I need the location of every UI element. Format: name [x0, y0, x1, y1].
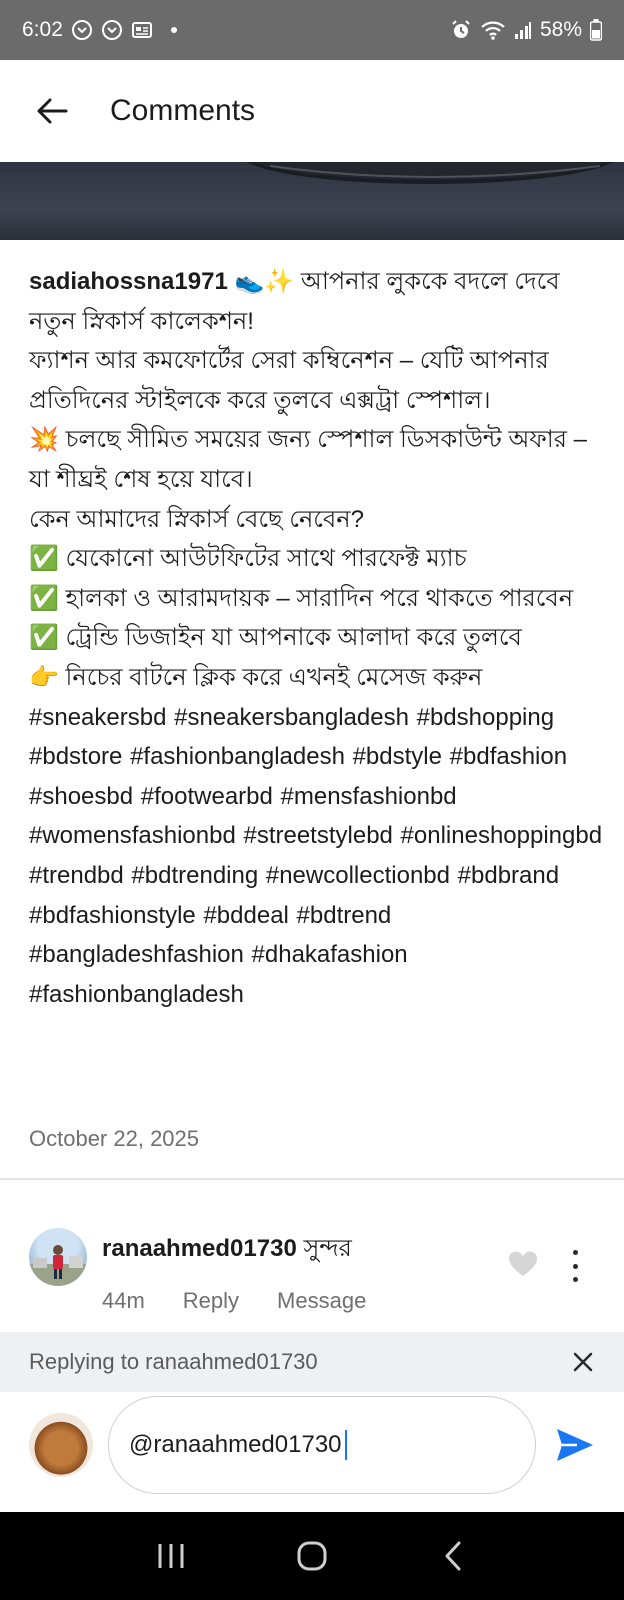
close-icon[interactable] — [571, 1350, 595, 1374]
status-time: 6:02 — [22, 18, 63, 41]
back-button[interactable] — [22, 81, 82, 141]
caption-line: ফ্যাশন আর কমফোর্টের সেরা কম্বিনেশন – যেট… — [29, 347, 549, 414]
caption-hashtags[interactable]: #sneakersbd #sneakersbangladesh #bdshopp… — [29, 698, 609, 1015]
notification-dot-icon — [170, 27, 177, 33]
arrow-left-icon — [37, 98, 68, 124]
reply-link[interactable]: Reply — [183, 1288, 239, 1314]
replying-bar: Replying to ranaahmed01730 — [0, 1332, 624, 1392]
signal-icon — [514, 20, 532, 40]
back-nav-button[interactable] — [423, 1526, 483, 1586]
page-title: Comments — [110, 94, 256, 127]
caption-line: কেন আমাদের স্নিকার্স বেছে নেবেন? — [29, 505, 364, 533]
post-caption: sadiahossna1971 👟✨ আপনার লুককে বদলে দেবে… — [29, 262, 609, 1014]
post-date: October 22, 2025 — [29, 1126, 200, 1151]
caption-line: ✅ হালকা ও আরামদায়ক – সারাদিন পরে থাকতে … — [29, 584, 574, 612]
text-cursor — [344, 1430, 347, 1460]
replying-text: Replying to ranaahmed01730 — [29, 1349, 318, 1374]
status-left: 6:02 — [22, 18, 177, 42]
sync-icon — [71, 19, 93, 41]
sync-icon — [101, 19, 123, 41]
comment-input-value: @ranaahmed01730 — [129, 1431, 342, 1458]
home-icon — [297, 1541, 327, 1571]
caption-first-line: sadiahossna1971 👟✨ আপনার লুককে বদলে দেবে… — [29, 262, 609, 341]
system-nav-bar — [0, 1512, 624, 1600]
recent-apps-icon — [158, 1544, 184, 1568]
comment-time: 44m — [102, 1288, 145, 1313]
comment-item: ranaahmed01730 সুন্দর 44m Reply Message — [0, 1222, 624, 1332]
comment-input[interactable]: @ranaahmed01730 — [108, 1396, 536, 1494]
comment-meta: 44m Reply Message — [102, 1288, 366, 1314]
recent-apps-button[interactable] — [141, 1526, 201, 1586]
more-options-icon[interactable] — [568, 1250, 582, 1282]
like-heart-icon[interactable] — [508, 1250, 538, 1278]
divider — [0, 1178, 624, 1180]
comment-username[interactable]: ranaahmed01730 — [102, 1235, 297, 1262]
send-button[interactable] — [555, 1426, 595, 1464]
caption-line: 💥 চলছে সীমিত সময়ের জন্য স্পেশাল ডিসকাউন… — [29, 426, 587, 493]
comment-text-line: ranaahmed01730 সুন্দর — [102, 1230, 352, 1270]
alarm-icon — [450, 19, 472, 41]
avatar[interactable] — [29, 1228, 87, 1286]
post-username[interactable]: sadiahossna1971 — [29, 268, 228, 295]
app-header: Comments — [0, 60, 624, 162]
home-button[interactable] — [282, 1526, 342, 1586]
caption-line: 👉 নিচের বাটনে ক্লিক করে এখনই মেসেজ করুন — [29, 663, 483, 691]
message-link[interactable]: Message — [277, 1288, 366, 1314]
battery-icon — [590, 19, 602, 41]
caption-line: ✅ ট্রেন্ডি ডিজাইন যা আপনাকে আলাদা করে তু… — [29, 624, 522, 652]
avatar — [29, 1413, 93, 1477]
comment-body: সুন্দর — [303, 1235, 352, 1262]
caption-line: ✅ যেকোনো আউটফিটের সাথে পারফেক্ট ম্যাচ — [29, 545, 467, 573]
send-icon — [557, 1429, 593, 1461]
battery-percent: 58% — [539, 18, 582, 41]
status-bar: 6:02 58% — [0, 0, 624, 60]
comment-composer: @ranaahmed01730 — [0, 1392, 624, 1512]
wifi-icon — [480, 19, 506, 41]
news-icon — [131, 20, 153, 40]
post-image[interactable] — [0, 162, 624, 240]
chevron-left-icon — [445, 1541, 461, 1571]
status-right: 58% — [450, 18, 602, 42]
